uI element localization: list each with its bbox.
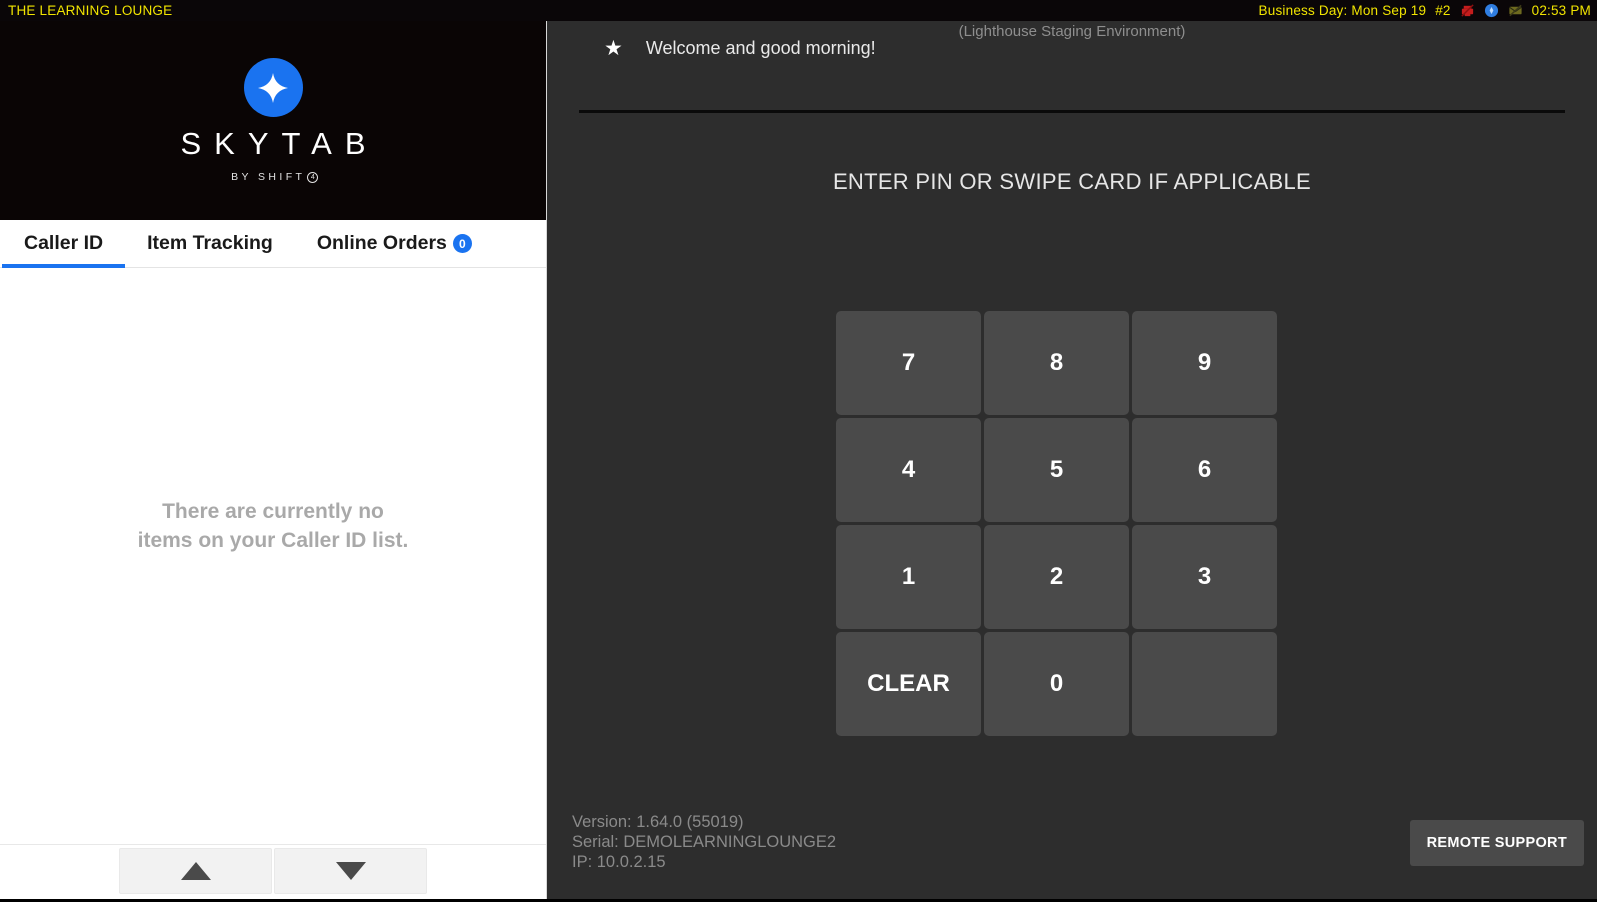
empty-message-line-1: There are currently no (162, 499, 384, 523)
keypad-key-2[interactable]: 2 (984, 525, 1129, 629)
sync-status-icon[interactable] (1484, 3, 1499, 18)
sidebar-tabs: Caller ID Item Tracking Online Orders 0 (0, 220, 546, 268)
skytab-star-icon (243, 58, 303, 117)
star-icon: ★ (604, 37, 623, 60)
terminal-number-label: #2 (1435, 3, 1451, 18)
arrow-up-icon (180, 862, 211, 880)
clock-label: 02:53 PM (1531, 3, 1591, 18)
caller-id-list: There are currently no items on your Cal… (0, 268, 546, 844)
keypad-key-8[interactable]: 8 (984, 311, 1129, 415)
tab-caller-id-label: Caller ID (24, 232, 104, 254)
serial-label: Serial: DEMOLEARNINGLOUNGE2 (572, 832, 837, 851)
tab-online-orders[interactable]: Online Orders 0 (295, 220, 494, 267)
keypad-key-blank (1132, 632, 1277, 736)
version-label: Version: 1.64.0 (55019) (572, 812, 744, 831)
left-sidebar: SKYTAB BY SHIFT 4 Caller ID Item Trackin… (0, 21, 547, 899)
keypad-key-4[interactable]: 4 (836, 418, 981, 522)
tab-item-tracking[interactable]: Item Tracking (125, 220, 295, 267)
keypad-key-7[interactable]: 7 (836, 311, 981, 415)
welcome-message: Welcome and good morning! (645, 38, 876, 58)
login-panel: (Lighthouse Staging Environment) ★ Welco… (547, 21, 1597, 899)
keypad-key-clear[interactable]: CLEAR (836, 632, 981, 736)
welcome-banner: ★ Welcome and good morning! (604, 38, 876, 59)
business-day-label: Business Day: Mon Sep 19 (1258, 3, 1427, 18)
pos-login-screen: THE LEARNING LOUNGE Business Day: Mon Se… (0, 0, 1597, 902)
header-divider (579, 110, 1565, 113)
tab-item-tracking-label: Item Tracking (147, 232, 273, 254)
brand-tagline-text: BY SHIFT (231, 171, 306, 183)
scroll-up-button[interactable] (119, 848, 272, 894)
empty-message-line-2: items on your Caller ID list. (137, 529, 409, 552)
brand-wordmark: SKYTAB (180, 126, 379, 161)
scroll-down-button[interactable] (274, 848, 427, 894)
remote-support-button[interactable]: REMOTE SUPPORT (1409, 820, 1584, 866)
pin-prompt: ENTER PIN OR SWIPE CARD IF APPLICABLE (832, 169, 1312, 194)
pin-keypad: 7 8 9 4 5 6 1 2 3 CLEAR 0 (836, 311, 1279, 736)
keypad-key-5[interactable]: 5 (984, 418, 1129, 522)
no-network-icon[interactable] (1508, 3, 1523, 18)
system-info: Version: 1.64.0 (55019) Serial: DEMOLEAR… (572, 812, 836, 872)
list-scroll-controls (0, 844, 546, 899)
status-bar: THE LEARNING LOUNGE Business Day: Mon Se… (0, 0, 1597, 21)
ip-label: IP: 10.0.2.15 (572, 852, 666, 871)
online-orders-count-badge: 0 (452, 234, 472, 253)
keypad-key-3[interactable]: 3 (1132, 525, 1277, 629)
arrow-down-icon (335, 862, 366, 880)
keypad-key-1[interactable]: 1 (836, 525, 981, 629)
no-printer-icon[interactable] (1460, 3, 1475, 18)
status-bar-right-group: Business Day: Mon Sep 19 #2 02:53 PM (1259, 3, 1591, 18)
shift4-badge-icon: 4 (307, 171, 319, 183)
caller-id-empty-message: There are currently no items on your Cal… (138, 497, 409, 556)
brand-logo-block: SKYTAB BY SHIFT 4 (0, 21, 546, 220)
keypad-key-0[interactable]: 0 (984, 632, 1129, 736)
tab-caller-id[interactable]: Caller ID (2, 220, 126, 268)
keypad-key-6[interactable]: 6 (1132, 418, 1277, 522)
store-name: THE LEARNING LOUNGE (8, 3, 173, 18)
keypad-key-9[interactable]: 9 (1132, 311, 1277, 415)
brand-tagline: BY SHIFT 4 (228, 171, 319, 183)
tab-online-orders-label: Online Orders (316, 232, 447, 254)
